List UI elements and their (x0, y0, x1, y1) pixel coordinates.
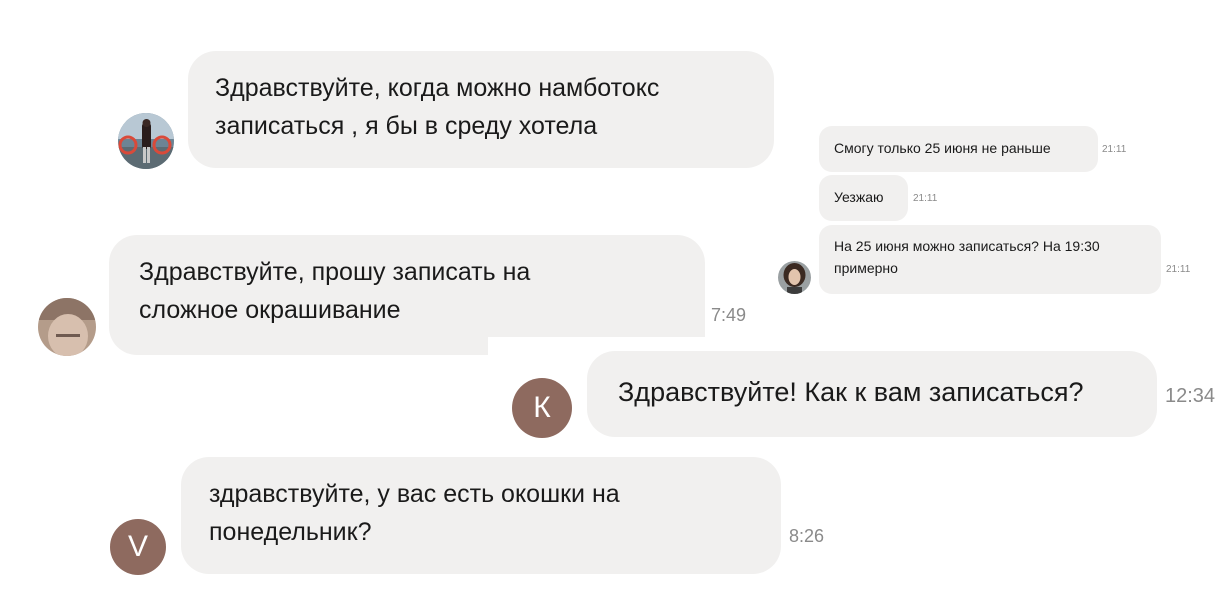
message-text-line: сложное окрашивание (139, 296, 401, 324)
thread-message-bubble[interactable]: Смогу только 25 июня не раньше (819, 126, 1098, 172)
message-bubble[interactable]: здравствуйте, у вас есть окошки на понед… (181, 457, 781, 574)
thread-timestamp: 21:11 (1166, 264, 1191, 275)
thread-timestamp: 21:11 (1102, 144, 1127, 155)
message-bubble[interactable]: Здравствуйте, когда можно намботокс запи… (188, 51, 774, 168)
photo-avatar-dark-hair (778, 261, 811, 294)
thread-message-text: Смогу только 25 июня не раньше (834, 140, 1051, 156)
message-text-line: Здравствуйте, когда можно намботокс (215, 74, 660, 102)
thread-message-text-line: примерно (834, 260, 898, 276)
thread-message-bubble[interactable]: На 25 июня можно записаться? На 19:30 пр… (819, 225, 1161, 294)
message-text-line: записаться , я бы в среду хотела (215, 112, 598, 140)
message-bubble[interactable]: Здравствуйте! Как к вам записаться? (587, 351, 1157, 437)
message-text-line: понедельник? (209, 518, 372, 546)
thread-avatar[interactable] (778, 261, 811, 294)
thread-message-text-line: На 25 июня можно записаться? На 19:30 (834, 238, 1100, 254)
message-timestamp: 12:34 (1165, 385, 1216, 407)
photo-avatar-woman-red (118, 113, 174, 169)
sender-avatar[interactable] (118, 113, 174, 169)
message-timestamp: 7:49 (711, 305, 747, 325)
avatar-letter: V (127, 530, 148, 563)
sender-avatar[interactable] (38, 298, 96, 356)
thread-message-text: Уезжаю (834, 189, 884, 205)
avatar-letter: К (533, 391, 551, 424)
message-timestamp: 8:26 (789, 526, 825, 546)
photo-avatar-blurry (38, 298, 96, 356)
sender-avatar[interactable]: К (512, 378, 572, 438)
message-text-line: Здравствуйте, прошу записать на (139, 258, 531, 286)
message-text-line: здравствуйте, у вас есть окошки на (209, 480, 620, 508)
thread-message-bubble[interactable]: Уезжаю (819, 175, 908, 221)
message-text: Здравствуйте! Как к вам записаться? (618, 377, 1084, 407)
sender-avatar[interactable]: V (110, 519, 166, 575)
thread-timestamp: 21:11 (913, 193, 938, 204)
